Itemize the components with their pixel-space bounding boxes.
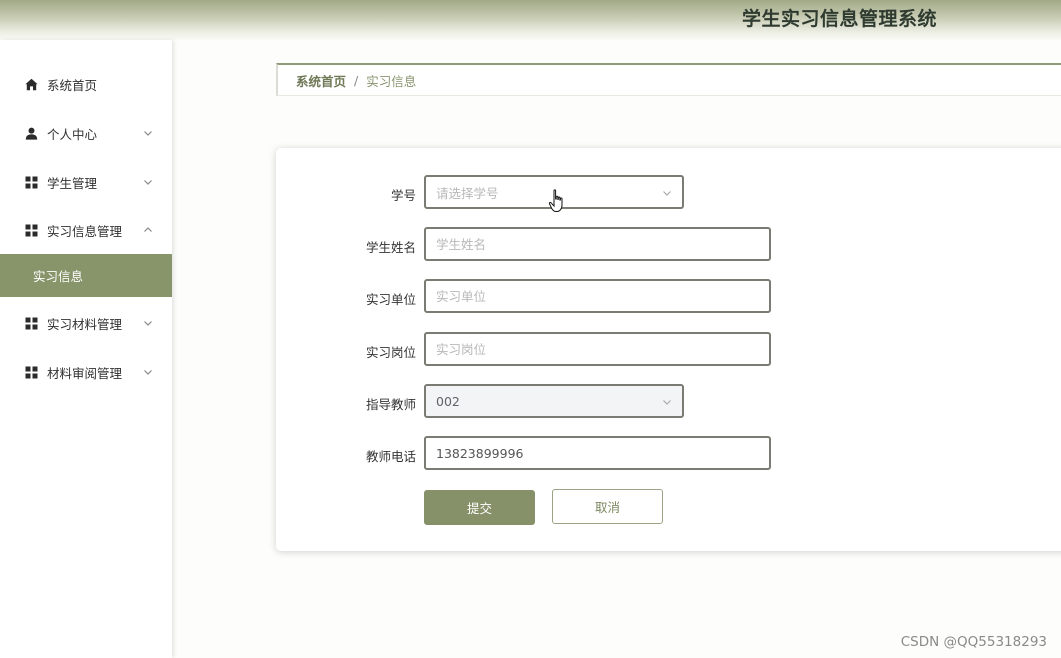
home-icon xyxy=(25,78,38,91)
breadcrumb-current: 实习信息 xyxy=(366,73,417,89)
sidebar-item-label: 实习信息管理 xyxy=(47,223,123,239)
breadcrumb: 系统首页 / 实习信息 xyxy=(276,63,1061,96)
sidebar-subitem-internship-info[interactable]: 实习信息 xyxy=(0,254,172,297)
hand-cursor-icon xyxy=(548,189,563,212)
sidebar-subitem-label: 实习信息 xyxy=(33,269,84,284)
breadcrumb-separator: / xyxy=(354,72,359,88)
sidebar-item-personal-center[interactable]: 个人中心 xyxy=(0,109,172,157)
sidebar-item-label: 材料审阅管理 xyxy=(47,365,123,381)
student-name-label: 学生姓名 xyxy=(365,240,416,255)
student-name-input[interactable] xyxy=(424,227,771,261)
teacher-phone-label: 教师电话 xyxy=(365,449,416,464)
internship-info-form: 学号 请选择学号 学生姓名 实习单位 实习岗位 指导教师 002 教师电话 提交… xyxy=(276,148,1061,551)
sidebar: 系统首页 个人中心 学生管理 实习信息管理 实习信息 实习材料管理 材料审阅管理 xyxy=(0,40,172,658)
sidebar-item-label: 个人中心 xyxy=(47,126,98,142)
student-id-placeholder: 请选择学号 xyxy=(436,185,499,201)
sidebar-item-internship-info-management[interactable]: 实习信息管理 xyxy=(0,206,172,254)
cancel-button[interactable]: 取消 xyxy=(552,489,663,524)
sidebar-item-home[interactable]: 系统首页 xyxy=(0,60,172,108)
watermark: CSDN @QQ55318293 xyxy=(900,634,1047,650)
teacher-select-value: 002 xyxy=(436,393,460,409)
submit-button[interactable]: 提交 xyxy=(424,490,535,525)
chevron-down-icon xyxy=(144,180,152,185)
user-icon xyxy=(25,127,38,140)
company-input[interactable] xyxy=(424,279,771,313)
chevron-down-icon xyxy=(663,191,671,196)
breadcrumb-home-link[interactable]: 系统首页 xyxy=(296,71,346,90)
chevron-down-icon xyxy=(144,131,152,136)
student-id-label: 学号 xyxy=(390,188,416,203)
chevron-down-icon xyxy=(144,370,152,375)
app-title: 学生实习信息管理系统 xyxy=(742,8,938,30)
position-label: 实习岗位 xyxy=(365,345,416,360)
grid-icon xyxy=(25,176,38,189)
sidebar-item-label: 实习材料管理 xyxy=(47,316,123,332)
company-label: 实习单位 xyxy=(365,292,416,307)
sidebar-item-internship-material-management[interactable]: 实习材料管理 xyxy=(0,299,172,347)
sidebar-item-label: 系统首页 xyxy=(47,77,98,93)
top-header: 学生实习信息管理系统 xyxy=(0,0,1061,40)
grid-icon xyxy=(25,317,38,330)
chevron-down-icon xyxy=(663,400,671,405)
position-input[interactable] xyxy=(424,332,771,366)
grid-icon xyxy=(25,366,38,379)
teacher-phone-input[interactable] xyxy=(424,436,771,470)
teacher-select: 002 xyxy=(424,384,684,418)
sidebar-item-material-review-management[interactable]: 材料审阅管理 xyxy=(0,348,172,396)
teacher-label: 指导教师 xyxy=(365,397,416,412)
chevron-down-icon xyxy=(144,321,152,326)
sidebar-item-student-management[interactable]: 学生管理 xyxy=(0,158,172,206)
chevron-up-icon xyxy=(144,227,152,232)
sidebar-item-label: 学生管理 xyxy=(47,175,98,191)
grid-icon xyxy=(25,224,38,237)
